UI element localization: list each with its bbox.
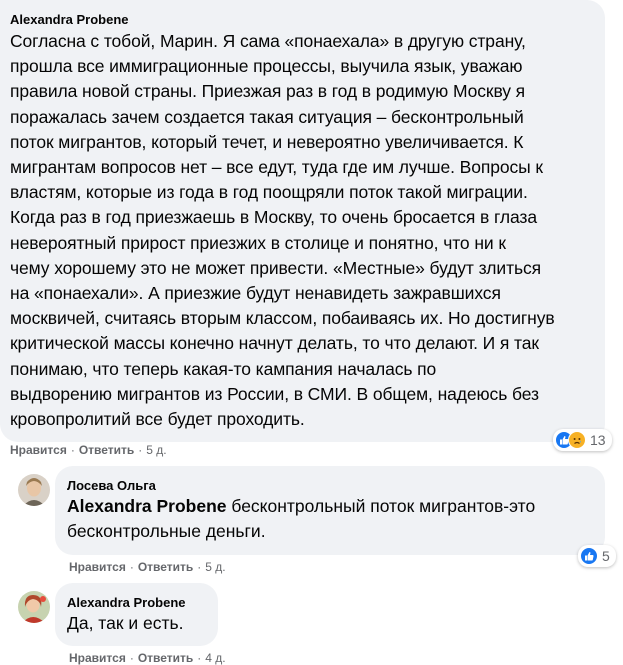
timestamp[interactable]: 5 д.	[146, 443, 166, 457]
separator: ·	[70, 443, 75, 457]
reaction-summary[interactable]: 13	[553, 429, 612, 451]
timestamp[interactable]: 5 д.	[205, 560, 225, 574]
reaction-count: 5	[602, 548, 610, 564]
avatar[interactable]	[18, 591, 50, 623]
avatar-image	[18, 591, 50, 623]
reply-text: Alexandra Probene бесконтрольный поток м…	[67, 494, 593, 544]
reply-actions: Нравится · Ответить · 5 д.	[69, 560, 226, 574]
reply-actions: Нравится · Ответить · 4 д.	[69, 651, 226, 665]
reply-bubble: Лосева Ольга Alexandra Probene бесконтро…	[55, 466, 605, 555]
separator: ·	[129, 560, 134, 574]
like-button[interactable]: Нравится	[69, 560, 126, 574]
reply-author[interactable]: Лосева Ольга	[67, 478, 593, 493]
reply-button[interactable]: Ответить	[138, 651, 193, 665]
separator: ·	[197, 560, 202, 574]
like-button[interactable]: Нравится	[69, 651, 126, 665]
reaction-count: 13	[590, 432, 606, 448]
reply-author[interactable]: Alexandra Probene	[67, 595, 206, 610]
like-button[interactable]: Нравится	[10, 443, 67, 457]
separator: ·	[129, 651, 134, 665]
comment-author[interactable]: Alexandra Probene	[10, 12, 595, 27]
reply-button[interactable]: Ответить	[79, 443, 134, 457]
avatar[interactable]	[18, 474, 50, 506]
reply-bubble: Alexandra Probene Да, так и есть.	[55, 583, 218, 646]
separator: ·	[197, 651, 202, 665]
comment-actions: Нравится · Ответить · 5 д.	[10, 443, 167, 457]
comment-text: Согласна с тобой, Марин. Я сама «понаеха…	[10, 31, 555, 430]
like-icon	[580, 547, 598, 565]
avatar-image	[18, 474, 50, 506]
separator: ·	[138, 443, 143, 457]
timestamp[interactable]: 4 д.	[205, 651, 225, 665]
reply-button[interactable]: Ответить	[138, 560, 193, 574]
mention-link[interactable]: Alexandra Probene	[67, 496, 227, 516]
reaction-summary[interactable]: 5	[578, 545, 616, 567]
sad-icon	[568, 431, 586, 449]
comment-bubble: Alexandra Probene Согласна с тобой, Мари…	[0, 0, 605, 442]
reply-text: Да, так и есть.	[67, 613, 184, 633]
